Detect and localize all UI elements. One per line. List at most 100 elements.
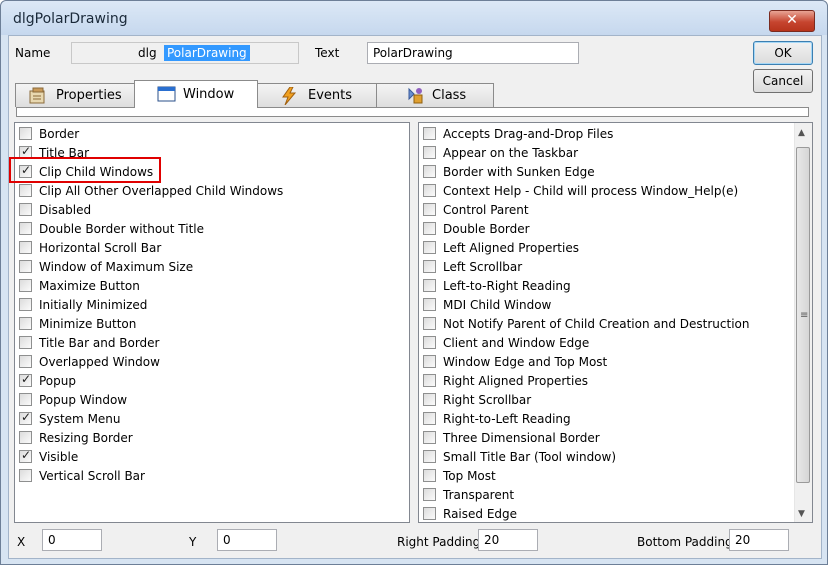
checkbox[interactable]: ✓: [423, 336, 436, 349]
checkbox[interactable]: ✓: [19, 469, 32, 482]
list-item-label: Appear on the Taskbar: [443, 146, 578, 160]
checkbox[interactable]: ✓: [423, 469, 436, 482]
window-title: dlgPolarDrawing: [13, 11, 128, 27]
checkbox[interactable]: ✓: [423, 203, 436, 216]
name-value[interactable]: PolarDrawing: [164, 45, 250, 61]
checkbox[interactable]: ✓: [423, 222, 436, 235]
scroll-up-icon[interactable]: ▲: [798, 128, 808, 138]
tab-events[interactable]: Events: [257, 83, 377, 107]
red-highlight-box: [9, 157, 161, 183]
list-item-label: Clip All Other Overlapped Child Windows: [39, 184, 284, 198]
checkbox[interactable]: ✓: [423, 355, 436, 368]
checkbox[interactable]: ✓: [423, 374, 436, 387]
checkbox[interactable]: ✓: [19, 355, 32, 368]
list-item-label: Right Scrollbar: [443, 393, 532, 407]
grip-icon: ≡: [800, 310, 809, 321]
list-item-label: Raised Edge: [443, 507, 518, 521]
name-label: Name: [15, 46, 51, 60]
list-item-label: Right-to-Left Reading: [443, 412, 571, 426]
checkbox[interactable]: ✓: [19, 336, 32, 349]
checkbox[interactable]: ✓: [423, 146, 436, 159]
name-field[interactable]: dlg PolarDrawing: [71, 42, 299, 64]
checkbox[interactable]: ✓: [19, 184, 32, 197]
list-item-label: Overlapped Window: [39, 355, 160, 369]
cancel-button[interactable]: Cancel: [753, 69, 813, 93]
title-bar[interactable]: dlgPolarDrawing ✕: [1, 1, 827, 35]
checkbox[interactable]: ✓: [423, 450, 436, 463]
tab-panel-strip: [16, 107, 809, 117]
bottom-padding-input[interactable]: 20: [729, 529, 789, 551]
close-icon: ✕: [786, 12, 798, 28]
right-padding-input[interactable]: 20: [478, 529, 538, 551]
checkbox[interactable]: ✓: [423, 317, 436, 330]
checkbox[interactable]: ✓: [19, 298, 32, 311]
ok-button[interactable]: OK: [753, 41, 813, 65]
check-icon: ✓: [21, 144, 32, 158]
checkbox[interactable]: ✓: [423, 393, 436, 406]
checkbox[interactable]: ✓: [423, 298, 436, 311]
vertical-scrollbar[interactable]: ▲ ≡ ▼: [794, 123, 812, 522]
list-item-label: Not Notify Parent of Child Creation and …: [443, 317, 750, 331]
list-item-label: Popup Window: [39, 393, 128, 407]
text-input[interactable]: PolarDrawing: [367, 42, 579, 64]
list-item-label: Minimize Button: [39, 317, 137, 331]
close-button[interactable]: ✕: [769, 10, 815, 32]
checkbox[interactable]: ✓: [19, 260, 32, 273]
checkbox[interactable]: ✓: [19, 431, 32, 444]
checkbox[interactable]: ✓: [423, 184, 436, 197]
checkbox[interactable]: ✓: [19, 279, 32, 292]
scroll-down-icon[interactable]: ▼: [798, 509, 808, 519]
scroll-thumb[interactable]: ≡: [796, 147, 810, 483]
list-item-label: Vertical Scroll Bar: [39, 469, 145, 483]
checkbox[interactable]: ✓: [19, 317, 32, 330]
checkbox[interactable]: ✓: [423, 165, 436, 178]
list-item-label: MDI Child Window: [443, 298, 552, 312]
list-item-label: Left Aligned Properties: [443, 241, 579, 255]
checkbox[interactable]: ✓: [423, 260, 436, 273]
checkbox[interactable]: ✓: [423, 507, 436, 520]
list-item-label: Left Scrollbar: [443, 260, 523, 274]
checkbox[interactable]: ✓: [19, 127, 32, 140]
list-item-label: Control Parent: [443, 203, 529, 217]
right-style-list[interactable]: ▲ ≡ ▼ ✓ Accepts Drag-and-Drop Files ✓ Appea…: [418, 122, 813, 523]
tab-window[interactable]: Window: [134, 80, 258, 108]
list-item-label: Transparent: [443, 488, 515, 502]
checkbox[interactable]: ✓: [423, 127, 436, 140]
list-item-label: Three Dimensional Border: [443, 431, 600, 445]
list-item-label: Border: [39, 127, 80, 141]
checkbox[interactable]: ✓: [19, 203, 32, 216]
list-item-label: Horizontal Scroll Bar: [39, 241, 162, 255]
tab-properties[interactable]: Properties: [15, 83, 135, 107]
list-item-label: Initially Minimized: [39, 298, 148, 312]
lightning-icon: [280, 86, 300, 106]
checkbox[interactable]: ✓: [423, 488, 436, 501]
checkbox[interactable]: ✓: [19, 393, 32, 406]
list-item-label: System Menu: [39, 412, 121, 426]
list-item-label: Resizing Border: [39, 431, 133, 445]
checkbox[interactable]: ✓: [423, 431, 436, 444]
checkbox-checked[interactable]: ✓: [19, 372, 32, 387]
bottom-padding-label: Bottom Padding: [637, 535, 733, 549]
list-item-label: Disabled: [39, 203, 92, 217]
checkbox[interactable]: ✓: [423, 241, 436, 254]
tab-events-label: Events: [308, 88, 353, 103]
class-icon: [405, 87, 425, 105]
list-item-label: Maximize Button: [39, 279, 140, 293]
checkbox[interactable]: ✓: [423, 412, 436, 425]
right-padding-label: Right Padding: [397, 535, 481, 549]
checkbox-checked[interactable]: ✓: [19, 410, 32, 425]
list-item-label: Double Border: [443, 222, 530, 236]
x-input[interactable]: 0: [42, 529, 102, 551]
list-item-label: Left-to-Right Reading: [443, 279, 571, 293]
list-item-label: Right Aligned Properties: [443, 374, 588, 388]
list-item-label: Client and Window Edge: [443, 336, 590, 350]
list-item-label: Small Title Bar (Tool window): [443, 450, 617, 464]
checkbox[interactable]: ✓: [423, 279, 436, 292]
checkbox-checked[interactable]: ✓: [19, 448, 32, 463]
checkbox[interactable]: ✓: [19, 241, 32, 254]
tab-class[interactable]: Class: [376, 83, 494, 107]
list-item-label: Title Bar and Border: [39, 336, 160, 350]
checkbox[interactable]: ✓: [19, 222, 32, 235]
y-input[interactable]: 0: [217, 529, 277, 551]
list-item-label: Popup: [39, 374, 76, 388]
